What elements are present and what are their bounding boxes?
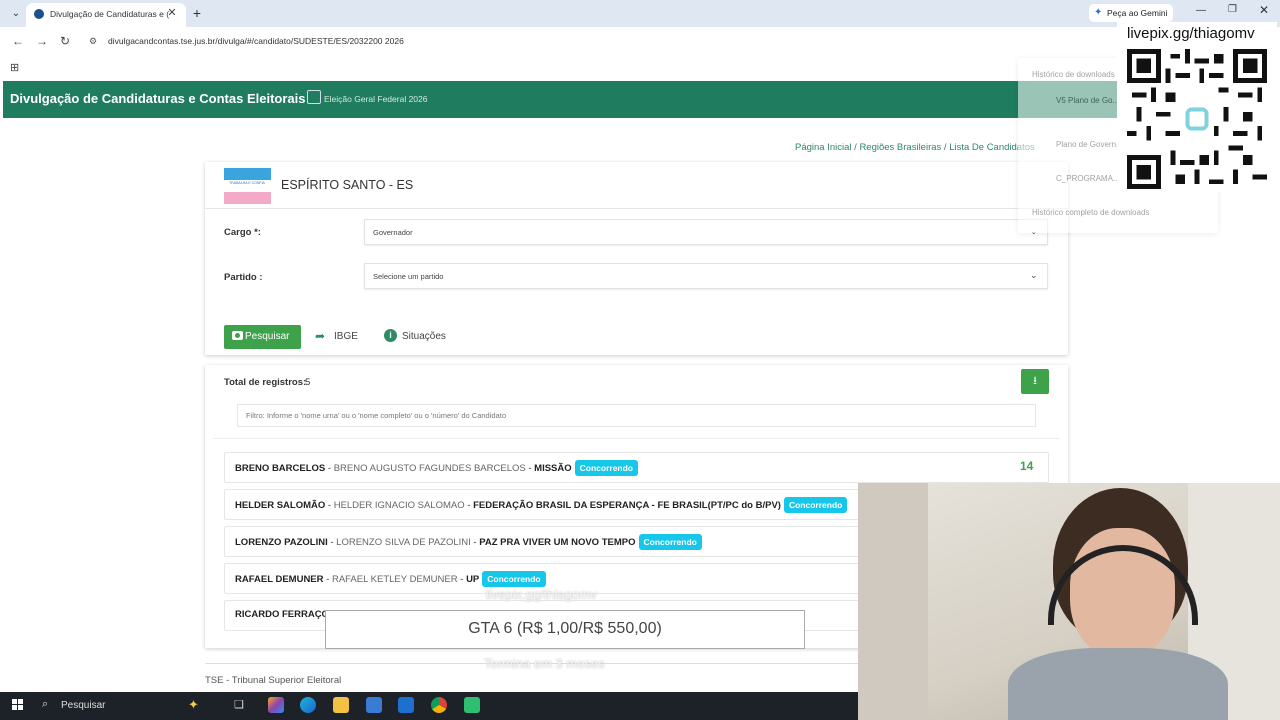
reload-icon[interactable]: ↻: [60, 27, 70, 55]
qr-caption: livepix.gg/thiagomv: [1127, 25, 1255, 42]
goal-text: GTA 6 (R$ 1,00/R$ 550,00): [468, 620, 662, 637]
candidate-text[interactable]: RAFAEL DEMUNER - RAFAEL KETLEY DEMUNER -…: [235, 571, 546, 587]
window-close-icon[interactable]: ✕: [1259, 3, 1269, 17]
gemini-sparkle-icon: ✦: [1094, 7, 1103, 18]
situacoes-link[interactable]: Situações: [402, 331, 446, 342]
total-value: 5: [305, 377, 311, 388]
cargo-label: Cargo *:: [224, 227, 261, 238]
partido-select[interactable]: Selecione um partido: [364, 263, 1048, 289]
edge-icon[interactable]: [300, 697, 316, 713]
windows-start-icon[interactable]: [12, 699, 24, 711]
qr-code: [1127, 49, 1267, 189]
partido-label: Partido :: [224, 272, 263, 283]
candidate-ballot-name: BRENO BARCELOS: [235, 463, 326, 474]
candidate-ballot-name: LORENZO PAZOLINI: [235, 537, 328, 548]
download-item[interactable]: C_PROGRAMA...: [1056, 174, 1120, 183]
breadcrumb-home[interactable]: Página Inicial: [795, 142, 852, 153]
taskbar: [0, 692, 858, 720]
breadcrumb-regions[interactable]: Regiões Brasileiras: [859, 142, 941, 153]
site-info-icon[interactable]: ⚙: [89, 36, 99, 46]
status-badge: Concorrendo: [482, 571, 546, 587]
browser-tab[interactable]: Divulgação de Candidaturas e (: [26, 3, 186, 27]
candidate-full-name: BRENO AUGUSTO FAGUNDES BARCELOS: [333, 463, 526, 474]
maximize-icon[interactable]: ❐: [1228, 4, 1237, 15]
candidate-full-name: LORENZO SILVA DE PAZOLINI: [336, 537, 471, 548]
info-icon[interactable]: i: [384, 329, 397, 342]
forward-arrow-icon[interactable]: →: [36, 27, 48, 55]
status-badge: Concorrendo: [638, 534, 702, 550]
candidate-party: MISSÃO: [534, 463, 572, 474]
minimize-icon[interactable]: —: [1196, 5, 1206, 16]
share-arrow-icon[interactable]: ➦: [315, 329, 325, 343]
outlook-icon[interactable]: [398, 697, 414, 713]
candidate-text[interactable]: LORENZO PAZOLINI - LORENZO SILVA DE PAZO…: [235, 534, 702, 550]
chevron-down-icon: ⌄: [1030, 270, 1038, 280]
search-icon[interactable]: ⌕: [42, 698, 48, 711]
breadcrumb: Página Inicial / Regiões Brasileiras / L…: [795, 142, 1035, 153]
chrome-icon[interactable]: [431, 697, 447, 713]
filter-input[interactable]: Filtro: Informe o 'nome urna' ou o 'nome…: [237, 404, 1036, 427]
candidate-ballot-name: RICARDO FERRAÇO: [235, 609, 329, 620]
ibge-link[interactable]: IBGE: [334, 331, 358, 342]
candidate-text[interactable]: RICARDO FERRAÇO: [235, 608, 329, 622]
candidate-text[interactable]: HELDER SALOMÃO - HELDER IGNACIO SALOMAO …: [235, 497, 848, 513]
task-view-icon[interactable]: ❏: [234, 697, 250, 713]
candidate-ballot-name: RAFAEL DEMUNER: [235, 574, 324, 585]
divider: [213, 438, 1060, 439]
candidate-ballot-name: HELDER SALOMÃO: [235, 500, 326, 511]
tab-search-chevron-icon[interactable]: ⌄: [8, 6, 24, 22]
site-title[interactable]: Divulgação de Candidaturas e Contas Elei…: [10, 91, 305, 106]
election-name[interactable]: Eleição Geral Federal 2026: [324, 94, 427, 104]
edit-election-icon[interactable]: [307, 90, 321, 104]
store-icon[interactable]: [366, 697, 382, 713]
url-field[interactable]: divulgacandcontas.tse.jus.br/divulga/#/c…: [108, 36, 404, 46]
downloads-all-link[interactable]: Histórico completo de downloads: [1032, 208, 1149, 217]
state-name: ESPÍRITO SANTO - ES: [281, 178, 414, 192]
candidate-full-name: RAFAEL KETLEY DEMUNER: [331, 574, 458, 585]
taskbar-search[interactable]: Pesquisar: [61, 700, 105, 711]
candidate-party: FEDERAÇÃO BRASIL DA ESPERANÇA - FE BRASI…: [473, 500, 781, 511]
app-icon[interactable]: [464, 697, 480, 713]
new-tab-plus-icon[interactable]: +: [190, 5, 204, 21]
state-flag: [224, 168, 271, 204]
back-arrow-icon[interactable]: ←: [12, 27, 24, 55]
cargo-select[interactable]: Governador: [364, 219, 1048, 245]
downloads-title: Histórico de downloads: [1032, 70, 1115, 79]
status-badge: Concorrendo: [574, 460, 639, 476]
apps-grid-icon[interactable]: ⊞: [10, 61, 19, 74]
webcam-feed: [858, 483, 1280, 720]
download-button[interactable]: ⭳: [1021, 369, 1049, 394]
candidate-number: 14: [1020, 459, 1034, 473]
total-label: Total de registros:: [224, 377, 307, 388]
divider: [205, 208, 1068, 209]
tab-close-icon[interactable]: ✕: [166, 7, 178, 19]
status-badge: Concorrendo: [783, 497, 848, 513]
copilot-icon[interactable]: [268, 697, 284, 713]
camera-icon: [232, 331, 243, 340]
sparkle-icon[interactable]: ✦: [188, 697, 204, 713]
goal-subtext: Termina em 3 meses: [484, 656, 605, 671]
candidate-party: PAZ PRA VIVER UM NOVO TEMPO: [479, 537, 636, 548]
candidate-full-name: HELDER IGNACIO SALOMAO: [333, 500, 465, 511]
footer-text: TSE - Tribunal Superior Eleitoral: [205, 675, 342, 686]
candidate-party: UP: [466, 574, 480, 585]
candidate-text[interactable]: BRENO BARCELOS - BRENO AUGUSTO FAGUNDES …: [235, 460, 639, 476]
download-item[interactable]: Plano de Govern...: [1056, 140, 1123, 149]
file-explorer-icon[interactable]: [333, 697, 349, 713]
goal-ghost-text: livepix.gg/thiagomv: [486, 587, 597, 602]
tab-favicon-icon: [34, 9, 44, 19]
flag-motto: TRABALHA E CONFIA: [229, 181, 265, 185]
